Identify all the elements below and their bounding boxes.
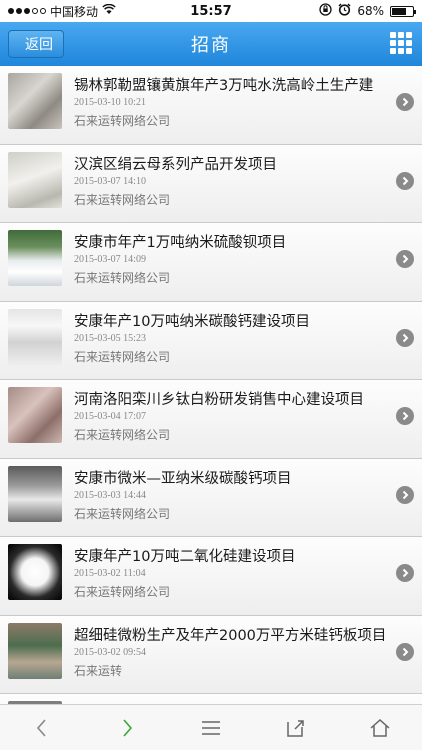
status-left: 中国移动 (8, 3, 168, 20)
browser-toolbar (0, 704, 422, 750)
item-thumbnail (8, 544, 62, 600)
item-thumbnail (8, 230, 62, 286)
item-source: 石来运转网络公司 (74, 192, 171, 207)
grid-menu-icon[interactable] (390, 32, 412, 54)
item-date: 2015-03-02 11:04 (74, 568, 146, 579)
list-item[interactable]: 锡林郭勒盟镶黄旗年产3万吨水洗高岭土生产建 2015-03-10 10:21 石… (0, 66, 422, 145)
signal-icon (8, 8, 46, 14)
item-title: 河南洛阳栾川乡钛白粉研发销售中心建设项目 (74, 392, 364, 408)
chevron-right-icon[interactable] (396, 250, 414, 268)
battery-percent: 68% (357, 4, 384, 18)
item-thumbnail (8, 465, 62, 522)
alarm-icon (338, 3, 351, 19)
back-button-label: 返回 (25, 37, 53, 53)
item-source: 石来运转网络公司 (74, 585, 171, 599)
chevron-right-icon[interactable] (396, 485, 414, 504)
chevron-right-icon[interactable] (396, 407, 414, 425)
carrier-label: 中国移动 (50, 4, 99, 19)
item-thumbnail (8, 308, 62, 365)
chevron-right-icon[interactable] (396, 328, 414, 347)
item-title: 超细硅微粉生产及年产2000万平方米硅钙板项目 (74, 627, 387, 644)
list-item[interactable]: 汉滨区绢云母系列产品开发项目 2015-03-07 14:10 石来运转网络公司 (0, 144, 422, 223)
status-right: 68% (254, 3, 416, 19)
item-source: 石来运转网络公司 (74, 506, 171, 521)
list-item[interactable]: 安康年产10万吨二氧化硅建设项目 2015-03-02 11:04 石来运转网络… (0, 537, 422, 616)
nav-bar: 返回 招商 (0, 22, 422, 66)
chevron-right-icon[interactable] (396, 642, 414, 661)
chevron-right-icon[interactable] (396, 171, 414, 190)
chevron-right-icon[interactable] (396, 93, 414, 111)
item-source: 石来运转网络公司 (74, 349, 171, 364)
list-item[interactable]: 安康市年产1万吨纳米硫酸钡项目 2015-03-07 14:09 石来运转网络公… (0, 223, 422, 302)
item-title: 安康年产10万吨二氧化硅建设项目 (74, 549, 296, 565)
battery-icon (390, 5, 416, 17)
item-source: 石来运转网络公司 (74, 114, 171, 128)
back-button[interactable]: 返回 (8, 30, 64, 58)
item-thumbnail (8, 151, 62, 208)
item-title: 安康市微米—亚纳米级碳酸钙项目 (74, 470, 292, 487)
item-source: 石来运转网络公司 (74, 428, 171, 442)
item-title: 安康年产10万吨纳米碳酸钙建设项目 (74, 313, 310, 330)
item-date: 2015-03-04 17:07 (74, 411, 146, 422)
item-source: 石来运转网络公司 (74, 271, 171, 285)
item-thumbnail (8, 622, 62, 679)
status-bar: 中国移动 15:57 68% (0, 0, 422, 22)
item-thumbnail (8, 73, 62, 129)
home-icon[interactable] (360, 708, 400, 748)
item-date: 2015-03-03 14:44 (74, 489, 146, 501)
page-title: 招商 (191, 35, 231, 56)
item-title: 安康市年产1万吨纳米硫酸钡项目 (74, 235, 287, 251)
item-date: 2015-03-10 10:21 (74, 97, 146, 108)
chevron-right-icon[interactable] (107, 708, 147, 748)
item-date: 2015-03-07 14:09 (74, 254, 146, 265)
item-date: 2015-03-07 14:10 (74, 175, 146, 187)
list-item[interactable]: 安康市微米—亚纳米级碳酸钙项目 2015-03-03 14:44 石来运转网络公… (0, 458, 422, 537)
list-item[interactable]: 河南洛阳栾川乡钛白粉研发销售中心建设项目 2015-03-04 17:07 石来… (0, 380, 422, 459)
status-time: 15:57 (190, 3, 232, 19)
menu-icon[interactable] (191, 708, 231, 748)
item-title: 锡林郭勒盟镶黄旗年产3万吨水洗高岭土生产建 (74, 78, 374, 94)
list-item[interactable]: 安康年产10万吨纳米碳酸钙建设项目 2015-03-05 15:23 石来运转网… (0, 301, 422, 380)
share-icon[interactable] (275, 708, 315, 748)
project-list: 锡林郭勒盟镶黄旗年产3万吨水洗高岭土生产建 2015-03-10 10:21 石… (0, 66, 422, 704)
list-item[interactable]: 超细硅微粉生产及年产2000万平方米硅钙板项目 2015-03-02 09:54… (0, 615, 422, 694)
list-item-partial[interactable] (0, 694, 422, 704)
wifi-icon (102, 3, 116, 18)
item-source: 石来运转 (74, 663, 123, 678)
chevron-left-icon[interactable] (22, 708, 62, 748)
chevron-right-icon[interactable] (396, 564, 414, 582)
item-title: 汉滨区绢云母系列产品开发项目 (74, 156, 277, 173)
item-thumbnail (8, 387, 62, 443)
item-date: 2015-03-05 15:23 (74, 332, 146, 344)
rotation-lock-icon (319, 3, 332, 19)
item-date: 2015-03-02 09:54 (74, 646, 146, 658)
